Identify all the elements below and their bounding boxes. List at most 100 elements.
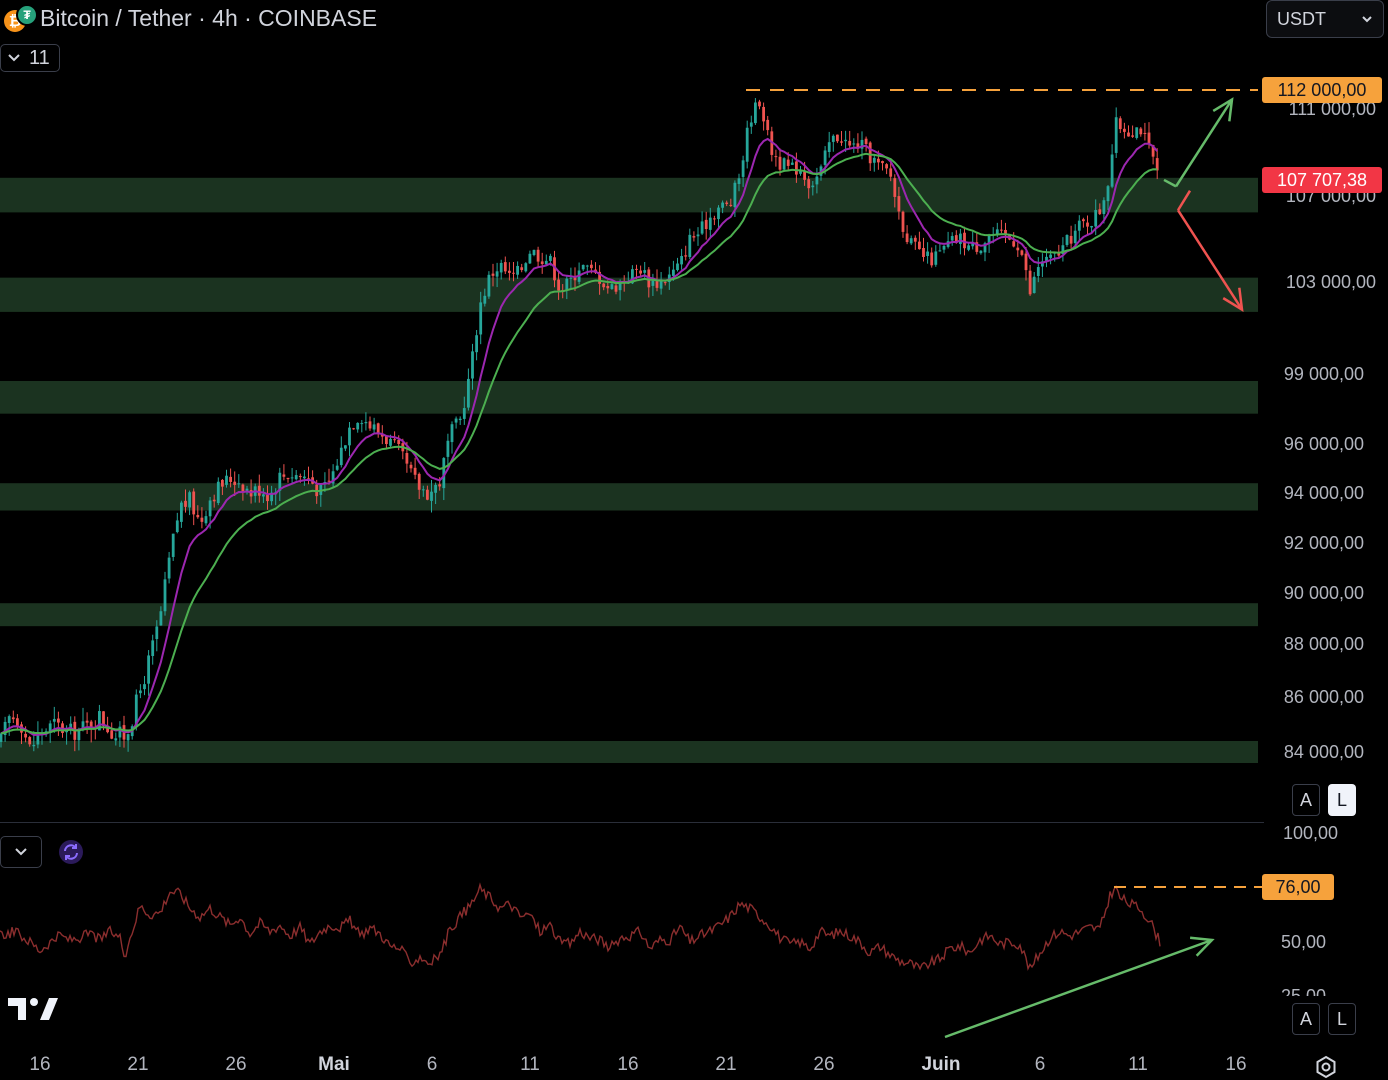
candle-body (1127, 132, 1130, 137)
candle-body (721, 202, 724, 208)
price-axis-label: 84 000,00 (1283, 742, 1364, 762)
tradingview-logo[interactable] (6, 994, 58, 1024)
date-axis-label: 21 (127, 1054, 149, 1075)
candle-body (524, 263, 528, 272)
date-axis-label: 26 (813, 1054, 835, 1075)
candle-body (7, 716, 11, 724)
candle-body (462, 408, 466, 419)
log-scale-button[interactable]: L (1328, 784, 1356, 816)
pane-separator[interactable] (0, 822, 1264, 823)
candle-body (864, 138, 868, 145)
candle-body (1135, 127, 1139, 138)
candle-body (528, 253, 532, 264)
candle-body (922, 247, 925, 258)
candle-body (614, 285, 618, 292)
candle-body (1143, 132, 1147, 134)
date-axis-label: 16 (29, 1054, 51, 1075)
candle-body (397, 439, 401, 444)
candle-body (290, 477, 294, 479)
candle-body (409, 464, 413, 469)
date-axis-label: 6 (1034, 1054, 1046, 1075)
candle-body (360, 423, 364, 425)
candle-body (737, 178, 741, 184)
candle-body (823, 150, 827, 165)
candle-body (126, 734, 130, 741)
refresh-icon[interactable] (58, 839, 84, 865)
date-axis-label: 16 (617, 1054, 639, 1075)
candle-body (225, 475, 228, 485)
candle-body (635, 268, 638, 270)
rsi-log-scale-button[interactable]: L (1328, 1003, 1356, 1035)
candle-body (147, 655, 150, 684)
candle-body (1036, 267, 1040, 277)
chart-canvas[interactable] (0, 0, 1388, 1080)
candle-body (1090, 226, 1093, 228)
candle-body (696, 234, 700, 237)
candle-body (204, 516, 208, 524)
price-axis-label: 90 000,00 (1283, 583, 1364, 603)
candle-body (303, 476, 306, 479)
candle-body (565, 278, 569, 290)
candle-body (795, 161, 798, 175)
currency-select[interactable]: USDT (1266, 0, 1384, 38)
candle-body (344, 445, 347, 449)
candle-body (549, 255, 552, 261)
candle-body (212, 499, 216, 502)
rsi-divergence-arrow (944, 938, 1213, 1039)
candle-body (421, 489, 425, 491)
candle-body (606, 286, 610, 289)
candle-body (1069, 235, 1073, 244)
candle-body (1082, 219, 1085, 222)
candle-body (188, 492, 191, 508)
candle-body (729, 204, 733, 206)
candle-body (1118, 118, 1122, 130)
candle-body (585, 265, 589, 267)
candle-body (1073, 230, 1077, 243)
ema-slow-line (0, 152, 1158, 735)
candle-body (700, 221, 704, 234)
candle-body (651, 280, 655, 286)
auto-scale-button[interactable]: A (1292, 784, 1320, 816)
rsi-auto-scale-button[interactable]: A (1292, 1003, 1320, 1035)
candle-body (901, 211, 905, 232)
candle-body (938, 250, 942, 252)
candle-body (827, 142, 831, 152)
symbol-header[interactable]: ₿ ₮ Bitcoin / Tether · 4h · COINBASE (4, 4, 377, 32)
rsi-collapse-button[interactable] (0, 836, 42, 868)
candle-body (676, 263, 679, 271)
candle-body (688, 234, 692, 258)
candle-body (458, 418, 462, 421)
candle-body (479, 302, 483, 335)
candle-body (508, 270, 511, 273)
gear-icon[interactable] (1312, 1053, 1340, 1080)
support-zone (0, 603, 1258, 627)
candle-body (0, 733, 3, 743)
candle-body (171, 533, 175, 557)
candle-body (848, 140, 852, 146)
price-axis-label: 99 000,00 (1283, 364, 1364, 384)
candle-body (766, 119, 770, 131)
candle-body (503, 262, 507, 272)
rsi-axis-label: 100,00 (1282, 823, 1338, 843)
candle-body (24, 733, 27, 738)
date-axis-label: Mai (318, 1054, 350, 1075)
candle-body (762, 106, 765, 122)
candle-body (1114, 117, 1118, 153)
candle-body (897, 196, 901, 212)
candle-body (335, 465, 339, 470)
indicators-toggle[interactable]: 11 (0, 44, 60, 72)
candle-body (639, 270, 642, 274)
candle-body (266, 494, 269, 502)
indicator-count: 11 (29, 46, 50, 69)
symbol-title: Bitcoin / Tether · 4h · COINBASE (40, 4, 378, 31)
candle-body (877, 158, 880, 163)
candle-body (487, 274, 491, 297)
candle-body (352, 428, 355, 430)
candle-body (926, 251, 929, 257)
rsi-level-badge: 76,00 (1262, 874, 1334, 900)
candle-body (1012, 241, 1016, 247)
candle-body (815, 176, 819, 185)
price-axis-label: 92 000,00 (1283, 533, 1364, 553)
candle-body (717, 207, 720, 220)
candle-body (11, 717, 15, 720)
